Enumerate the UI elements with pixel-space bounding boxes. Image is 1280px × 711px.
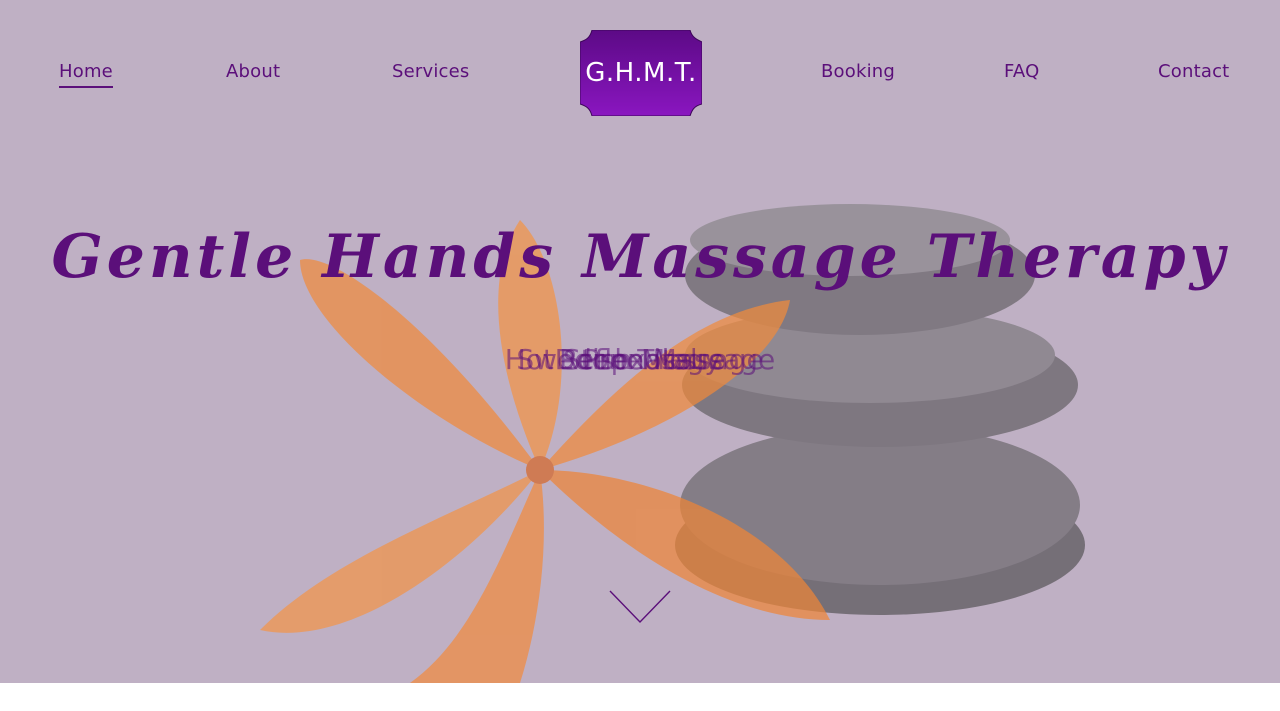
hero-title: Gentle Hands Massage Therapy	[51, 222, 1229, 293]
nav-link-contact[interactable]: Contact	[1158, 60, 1229, 86]
nav-link-booking[interactable]: Booking	[821, 60, 895, 86]
site-logo[interactable]: G.H.M.T.	[580, 30, 702, 116]
tagline-item: Reflexology	[559, 343, 721, 376]
hero-section: Home About Services G.H.M.T. Booking FAQ…	[0, 0, 1280, 683]
page-below-fold	[0, 683, 1280, 711]
main-navigation: Home About Services G.H.M.T. Booking FAQ…	[0, 0, 1280, 140]
nav-link-home[interactable]: Home	[59, 60, 113, 88]
rotating-tagline: Deep Tissue Swedish Massage Hot Stone Ma…	[440, 343, 840, 383]
nav-link-services[interactable]: Services	[392, 60, 470, 86]
logo-text: G.H.M.T.	[585, 58, 697, 88]
chevron-down-icon[interactable]	[609, 590, 671, 624]
nav-link-about[interactable]: About	[226, 60, 280, 86]
nav-link-faq[interactable]: FAQ	[1004, 60, 1039, 86]
